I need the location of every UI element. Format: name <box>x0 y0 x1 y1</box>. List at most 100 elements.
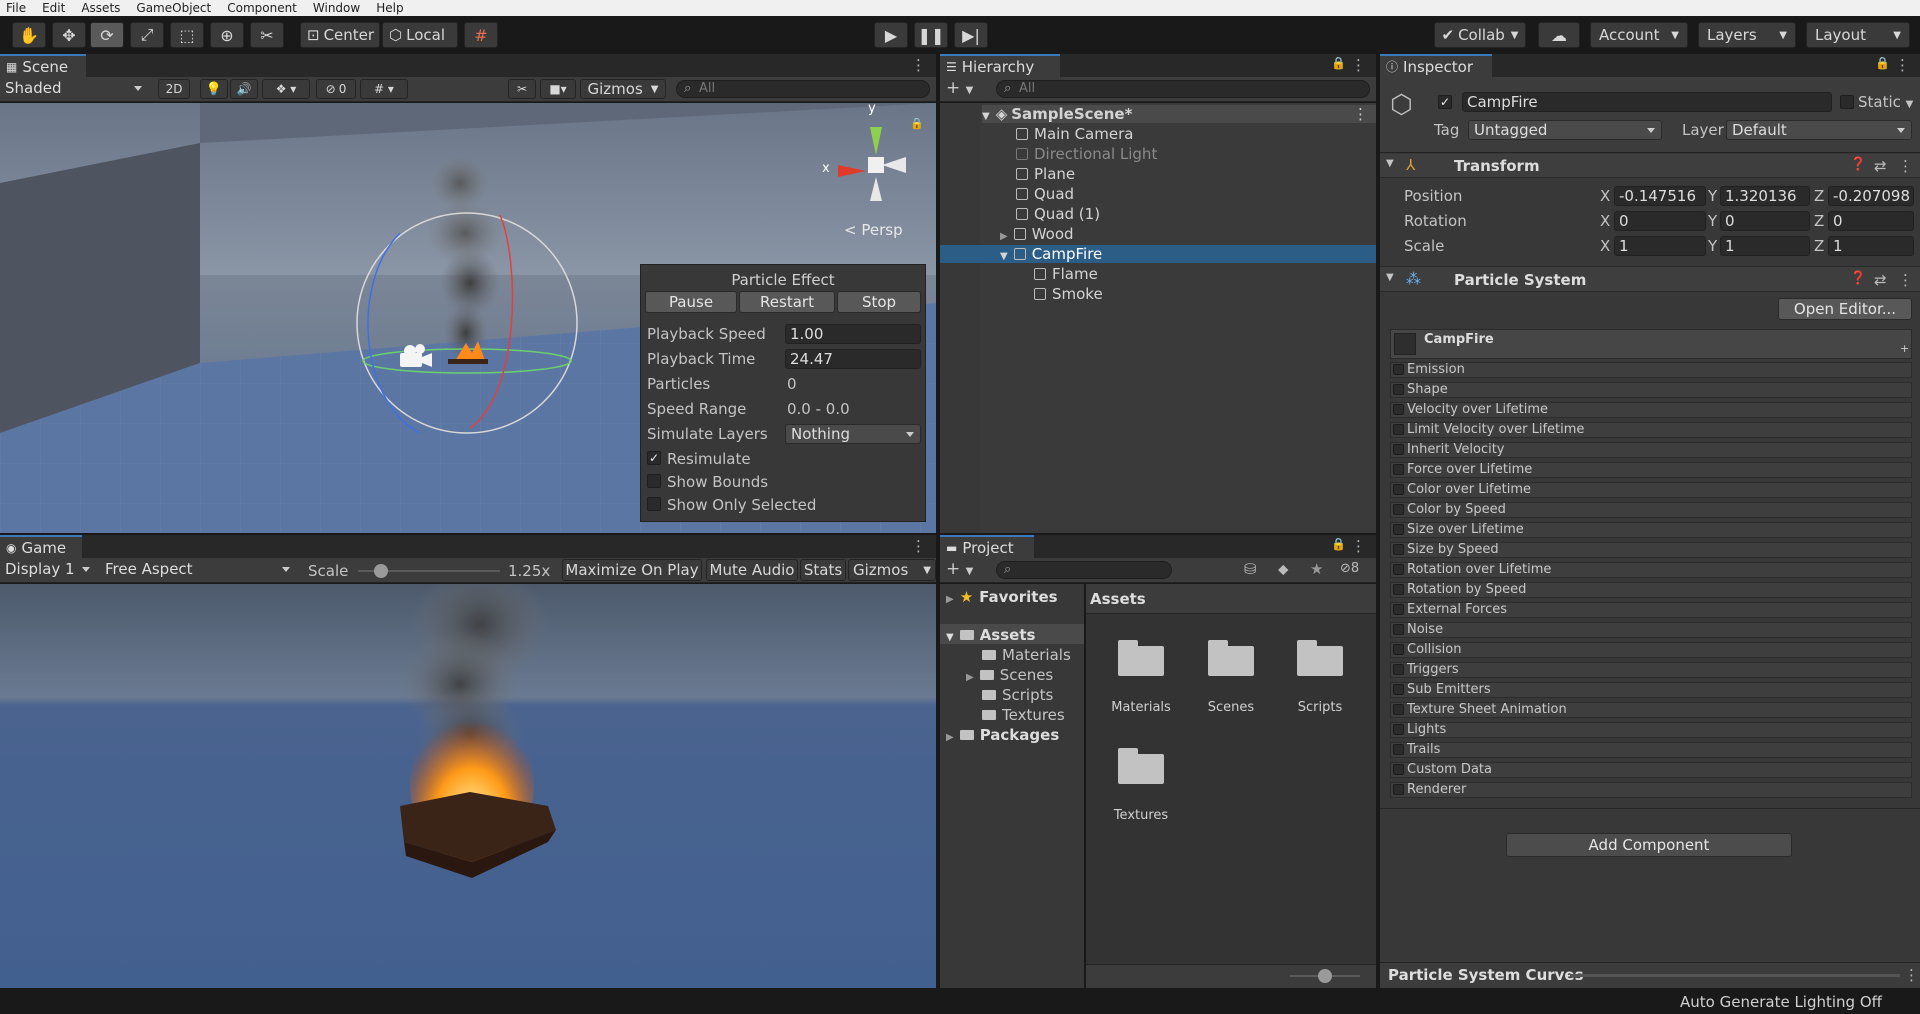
hierarchy-item-campfire[interactable]: ▼ CampFire <box>940 245 1376 263</box>
pause-button[interactable]: ❚❚ <box>914 22 948 48</box>
module-renderer[interactable]: Renderer <box>1390 782 1912 798</box>
lighting-status[interactable]: Auto Generate Lighting Off <box>1680 993 1882 1011</box>
layer-dropdown[interactable]: Default <box>1726 120 1912 140</box>
scale-slider-thumb[interactable] <box>374 564 388 578</box>
aspect-dropdown[interactable]: Free Aspect <box>100 560 296 580</box>
module-collision[interactable]: Collision <box>1390 642 1912 658</box>
module-rotation-over-lifetime[interactable]: Rotation over Lifetime <box>1390 562 1912 578</box>
object-name-field[interactable]: CampFire <box>1462 92 1832 112</box>
shading-mode-dropdown[interactable]: Shaded <box>0 79 148 99</box>
game-menu-icon[interactable]: ⋮ <box>911 537 926 555</box>
maximize-on-play-toggle[interactable]: Maximize On Play <box>562 559 702 581</box>
module-enable-checkbox[interactable] <box>1393 684 1404 695</box>
rotate-tool-button[interactable]: ⟳ <box>90 22 124 48</box>
hierarchy-item-directional-light[interactable]: Directional Light <box>1016 145 1370 163</box>
module-texture-sheet-animation[interactable]: Texture Sheet Animation <box>1390 702 1912 718</box>
grid-dropdown[interactable]: # ▾ <box>360 79 408 99</box>
module-shape[interactable]: Shape <box>1390 382 1912 398</box>
module-enable-checkbox[interactable] <box>1393 504 1404 515</box>
module-enable-checkbox[interactable] <box>1393 484 1404 495</box>
chevron-right-icon[interactable]: ▶ <box>946 732 954 743</box>
module-limit-velocity-over-lifetime[interactable]: Limit Velocity over Lifetime <box>1390 422 1912 438</box>
tab-hierarchy[interactable]: ☰ Hierarchy <box>940 54 1060 77</box>
asset-folder-textures[interactable] <box>1118 748 1164 784</box>
hand-tool-button[interactable]: ✋ <box>12 22 46 48</box>
chevron-down-icon[interactable]: ▼ <box>1386 158 1394 169</box>
help-icon[interactable]: ❓ <box>1850 271 1866 286</box>
scale-x-field[interactable]: 1 <box>1614 236 1706 256</box>
particle-pause-button[interactable]: Pause <box>645 291 737 313</box>
icon-size-slider-thumb[interactable] <box>1318 969 1332 983</box>
search-by-label-icon[interactable]: ⬥ <box>1278 560 1289 578</box>
help-icon[interactable]: ❓ <box>1850 157 1866 172</box>
position-z-label[interactable]: Z <box>1814 187 1824 205</box>
chevron-down-icon[interactable]: ▼ <box>1386 272 1394 283</box>
packages-node[interactable]: ▶ Packages <box>946 726 1059 744</box>
module-enable-checkbox[interactable] <box>1393 604 1404 615</box>
inspector-menu-icon[interactable]: ⋮ <box>1895 56 1910 74</box>
module-custom-data[interactable]: Custom Data <box>1390 762 1912 778</box>
rotation-y-field[interactable]: 0 <box>1720 211 1810 231</box>
scene-search-input[interactable]: ⌕ All <box>676 80 930 98</box>
module-enable-checkbox[interactable] <box>1393 704 1404 715</box>
module-velocity-over-lifetime[interactable]: Velocity over Lifetime <box>1390 402 1912 418</box>
custom-tool-button[interactable]: ✂ <box>250 22 284 48</box>
create-dropdown[interactable]: + ▼ <box>946 78 973 98</box>
lock-icon[interactable]: 🔒 <box>1331 56 1346 70</box>
scene-row-menu-icon[interactable]: ⋮ <box>1353 105 1368 123</box>
scale-z-field[interactable]: 1 <box>1828 236 1914 256</box>
add-component-button[interactable]: Add Component <box>1506 833 1792 857</box>
curves-drag-handle[interactable] <box>1570 974 1900 977</box>
cloud-button[interactable]: ☁ <box>1538 22 1580 48</box>
search-by-type-icon[interactable]: ⛁ <box>1244 560 1257 578</box>
layers-dropdown[interactable]: Layers ▼ <box>1698 22 1796 48</box>
playback-time-field[interactable]: 24.47 <box>785 349 921 369</box>
hierarchy-item-smoke[interactable]: Smoke <box>1034 285 1388 303</box>
scale-z-label[interactable]: Z <box>1814 237 1824 255</box>
rotation-x-label[interactable]: X <box>1600 212 1610 230</box>
show-only-selected-checkbox[interactable] <box>647 497 661 511</box>
hierarchy-search-input[interactable]: ⌕ All <box>996 80 1370 98</box>
play-button[interactable]: ▶ <box>874 22 908 48</box>
tag-dropdown[interactable]: Untagged <box>1468 120 1662 140</box>
module-enable-checkbox[interactable] <box>1393 384 1404 395</box>
project-create-dropdown[interactable]: + ▼ <box>946 559 973 579</box>
mute-audio-toggle[interactable]: Mute Audio <box>706 559 798 581</box>
stats-toggle[interactable]: Stats <box>800 559 846 581</box>
module-enable-checkbox[interactable] <box>1393 764 1404 775</box>
scale-x-label[interactable]: X <box>1600 237 1610 255</box>
hierarchy-item-plane[interactable]: Plane <box>1016 165 1370 183</box>
pivot-center-button[interactable]: ⊡ Center <box>300 22 380 48</box>
menu-file[interactable]: File <box>0 0 34 16</box>
module-enable-checkbox[interactable] <box>1393 664 1404 675</box>
add-module-plus-icon[interactable]: + <box>1900 342 1909 355</box>
hierarchy-scene-row[interactable]: ▼ ◈ SampleScene* ⋮ <box>982 105 1376 123</box>
rotation-z-field[interactable]: 0 <box>1828 211 1914 231</box>
hierarchy-item-main-camera[interactable]: Main Camera <box>1016 125 1370 143</box>
hierarchy-menu-icon[interactable]: ⋮ <box>1351 56 1366 74</box>
hierarchy-item-wood[interactable]: ▶ Wood <box>1000 225 1354 243</box>
menu-gameobject[interactable]: GameObject <box>128 0 219 16</box>
breadcrumb[interactable]: Assets <box>1090 590 1146 608</box>
playback-speed-field[interactable]: 1.00 <box>785 324 921 344</box>
account-dropdown[interactable]: Account ▼ <box>1590 22 1688 48</box>
tab-project[interactable]: ▬ Project <box>940 535 1034 558</box>
layout-dropdown[interactable]: Layout ▼ <box>1806 22 1910 48</box>
module-enable-checkbox[interactable] <box>1393 524 1404 535</box>
orientation-gizmo[interactable] <box>826 115 926 215</box>
module-enable-checkbox[interactable] <box>1393 464 1404 475</box>
favorites-star-icon[interactable]: ★ <box>1310 560 1323 578</box>
hierarchy-item-quad-1[interactable]: Quad (1) <box>1016 205 1370 223</box>
module-external-forces[interactable]: External Forces <box>1390 602 1912 618</box>
effects-dropdown[interactable]: ❖ ▾ <box>262 79 310 99</box>
pivot-local-button[interactable]: ⬡ Local <box>382 22 458 48</box>
transform-tool-button[interactable]: ⊕ <box>210 22 244 48</box>
module-enable-checkbox[interactable] <box>1393 624 1404 635</box>
project-search-input[interactable]: ⌕ <box>996 561 1172 579</box>
module-size-by-speed[interactable]: Size by Speed <box>1390 542 1912 558</box>
module-enable-checkbox[interactable] <box>1393 424 1404 435</box>
collab-dropdown[interactable]: ✔ Collab ▼ <box>1434 22 1526 48</box>
simulate-layers-dropdown[interactable]: Nothing <box>785 424 921 444</box>
tools-toggle[interactable]: ✂ <box>508 79 536 99</box>
menu-window[interactable]: Window <box>305 0 368 16</box>
